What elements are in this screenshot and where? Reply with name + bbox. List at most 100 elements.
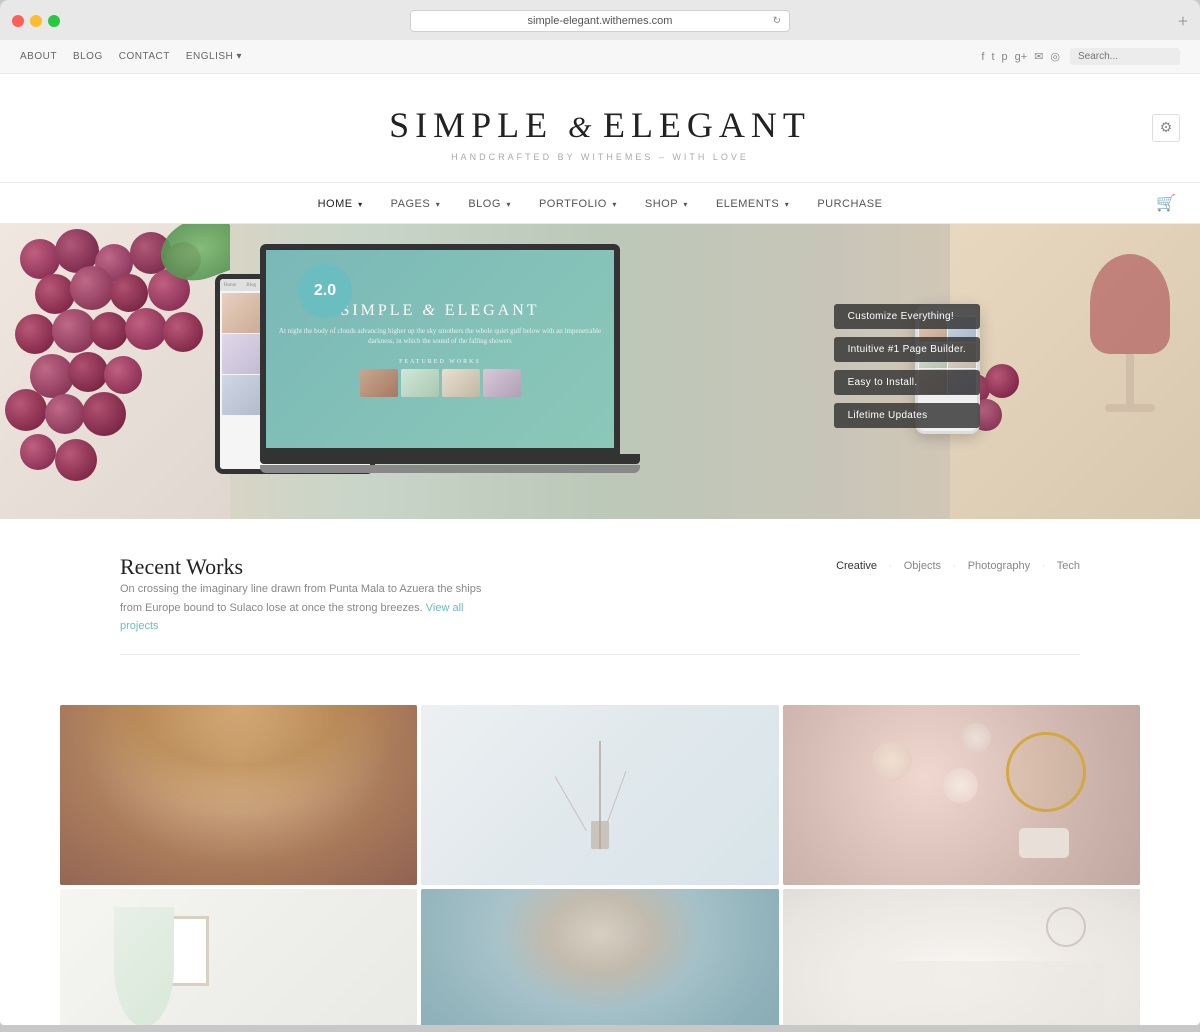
- portfolio-item-4[interactable]: [60, 889, 417, 1025]
- filter-creative[interactable]: Creative: [836, 560, 877, 572]
- hero-feature-buttons: Customize Everything! Intuitive #1 Page …: [834, 304, 980, 428]
- grape-berry: [45, 394, 85, 434]
- laptop-featured-label: FEATURED WORKS: [399, 359, 481, 365]
- grape-berry: [55, 439, 97, 481]
- grape-berry: [5, 389, 47, 431]
- grape-berry: [68, 352, 108, 392]
- wine-glass-stem: [1126, 354, 1134, 404]
- hero-banner: 2.0 SIMPLE & ELEGANT At night the body o…: [0, 224, 1200, 519]
- filter-separator: ·: [1042, 562, 1045, 571]
- portrait2-overlay: [421, 889, 778, 1025]
- cart-icon[interactable]: 🛒: [1156, 193, 1176, 213]
- nav-items: HOME ▾ PAGES ▾ BLOG ▾ PORTFOLIO ▾ SHOP ▾…: [318, 194, 883, 212]
- top-nav: ABOUT BLOG CONTACT ENGLISH ▾: [20, 51, 242, 62]
- filter-tabs: Creative · Objects · Photography · Tech: [836, 560, 1080, 572]
- filter-objects[interactable]: Objects: [904, 560, 941, 572]
- laptop-base-top: [260, 454, 640, 464]
- website-content: ABOUT BLOG CONTACT ENGLISH ▾ f t p g+ ✉ …: [0, 40, 1200, 1025]
- nav-blog[interactable]: BLOG: [73, 51, 103, 62]
- portfolio-item-5[interactable]: [421, 889, 778, 1025]
- tablet-nav-item: Home: [224, 283, 236, 288]
- portfolio-grid: [60, 705, 1140, 1025]
- wine-glass: [1080, 254, 1180, 434]
- maximize-button[interactable]: [48, 15, 60, 27]
- rss-icon[interactable]: ◎: [1050, 50, 1060, 63]
- nav-about[interactable]: ABOUT: [20, 51, 57, 62]
- portfolio-item-2[interactable]: [421, 705, 778, 885]
- hair-top: [60, 705, 417, 813]
- telephone: [1019, 828, 1069, 858]
- nav-blog[interactable]: BLOG ▾: [468, 194, 511, 212]
- wine-glass-base: [1105, 404, 1155, 412]
- laptop-thumbnails: [360, 369, 521, 397]
- nav-home[interactable]: HOME ▾: [318, 194, 363, 212]
- top-bar: ABOUT BLOG CONTACT ENGLISH ▾ f t p g+ ✉ …: [0, 40, 1200, 74]
- refresh-icon[interactable]: ↻: [773, 16, 781, 27]
- feature-btn-3[interactable]: Easy to Install.: [834, 370, 980, 395]
- laptop-thumb-3: [442, 369, 480, 397]
- googleplus-icon[interactable]: g+: [1015, 51, 1028, 63]
- site-header: SIMPLE & ELEGANT HANDCRAFTED BY WITHEMES…: [0, 74, 1200, 182]
- nav-english[interactable]: ENGLISH ▾: [186, 51, 242, 62]
- top-bar-right: f t p g+ ✉ ◎: [981, 48, 1180, 65]
- gear-icon-button[interactable]: ⚙: [1152, 114, 1180, 142]
- nav-pages[interactable]: PAGES ▾: [391, 194, 441, 212]
- laptop-inner-text: At night the body of clouds advancing hi…: [276, 326, 604, 347]
- pinterest-icon[interactable]: p: [1002, 51, 1008, 63]
- section-divider: [120, 654, 1080, 655]
- minimize-button[interactable]: [30, 15, 42, 27]
- twitter-icon[interactable]: t: [991, 51, 994, 63]
- mail-icon[interactable]: ✉: [1034, 50, 1043, 63]
- grape-berry: [110, 274, 148, 312]
- portfolio-item-1[interactable]: [60, 705, 417, 885]
- grape-berry: [15, 314, 55, 354]
- url-text: simple-elegant.withemes.com: [528, 15, 673, 27]
- feature-btn-1[interactable]: Customize Everything!: [834, 304, 980, 329]
- url-bar[interactable]: simple-elegant.withemes.com ↻: [410, 10, 790, 32]
- nav-contact[interactable]: CONTACT: [119, 51, 170, 62]
- site-title-part2: ELEGANT: [603, 105, 811, 145]
- filter-tech[interactable]: Tech: [1057, 560, 1080, 572]
- filter-photography[interactable]: Photography: [968, 560, 1030, 572]
- nav-shop[interactable]: SHOP ▾: [645, 194, 688, 212]
- site-title: SIMPLE & ELEGANT: [20, 104, 1180, 146]
- main-nav: HOME ▾ PAGES ▾ BLOG ▾ PORTFOLIO ▾ SHOP ▾…: [0, 182, 1200, 224]
- section-description: On crossing the imaginary line drawn fro…: [120, 580, 500, 636]
- social-icons: f t p g+ ✉ ◎: [981, 50, 1060, 63]
- search-input[interactable]: [1070, 48, 1180, 65]
- laptop-title: SIMPLE & ELEGANT: [340, 302, 539, 320]
- section-header: Recent Works On crossing the imaginary l…: [120, 554, 1080, 636]
- grape-berry: [70, 266, 114, 310]
- portfolio-item-6[interactable]: [783, 889, 1140, 1025]
- gear-icon: ⚙: [1160, 120, 1173, 137]
- close-button[interactable]: [12, 15, 24, 27]
- grape-berry: [104, 356, 142, 394]
- grape-berry: [90, 312, 128, 350]
- laptop-base-bottom: [260, 465, 640, 473]
- tablet-nav-item: Blog: [246, 283, 256, 288]
- section-left: Recent Works On crossing the imaginary l…: [120, 554, 500, 636]
- filter-separator: ·: [953, 562, 956, 571]
- browser-window-controls[interactable]: [12, 15, 60, 27]
- nav-portfolio[interactable]: PORTFOLIO ▾: [539, 194, 617, 212]
- facebook-icon[interactable]: f: [981, 51, 984, 63]
- laptop-thumb-1: [360, 369, 398, 397]
- grape-berry: [20, 239, 60, 279]
- nav-purchase[interactable]: PURCHASE: [817, 194, 882, 212]
- flower: [872, 741, 912, 781]
- hero-right-area: [950, 224, 1200, 519]
- flowers-left: [114, 907, 174, 1025]
- feature-btn-4[interactable]: Lifetime Updates: [834, 403, 980, 428]
- site-title-part1: SIMPLE: [389, 105, 553, 145]
- new-tab-button[interactable]: +: [1178, 11, 1188, 32]
- grape-berry: [163, 312, 203, 352]
- laptop-thumb-2: [401, 369, 439, 397]
- nav-elements[interactable]: ELEMENTS ▾: [716, 194, 789, 212]
- filter-separator: ·: [889, 562, 892, 571]
- feature-btn-2[interactable]: Intuitive #1 Page Builder.: [834, 337, 980, 362]
- laptop-thumb-4: [483, 369, 521, 397]
- recent-works-section: Recent Works On crossing the imaginary l…: [0, 519, 1200, 705]
- site-tagline: HANDCRAFTED BY WITHEMES – WITH LOVE: [20, 152, 1180, 162]
- furniture: [854, 961, 1104, 1025]
- portfolio-item-3[interactable]: [783, 705, 1140, 885]
